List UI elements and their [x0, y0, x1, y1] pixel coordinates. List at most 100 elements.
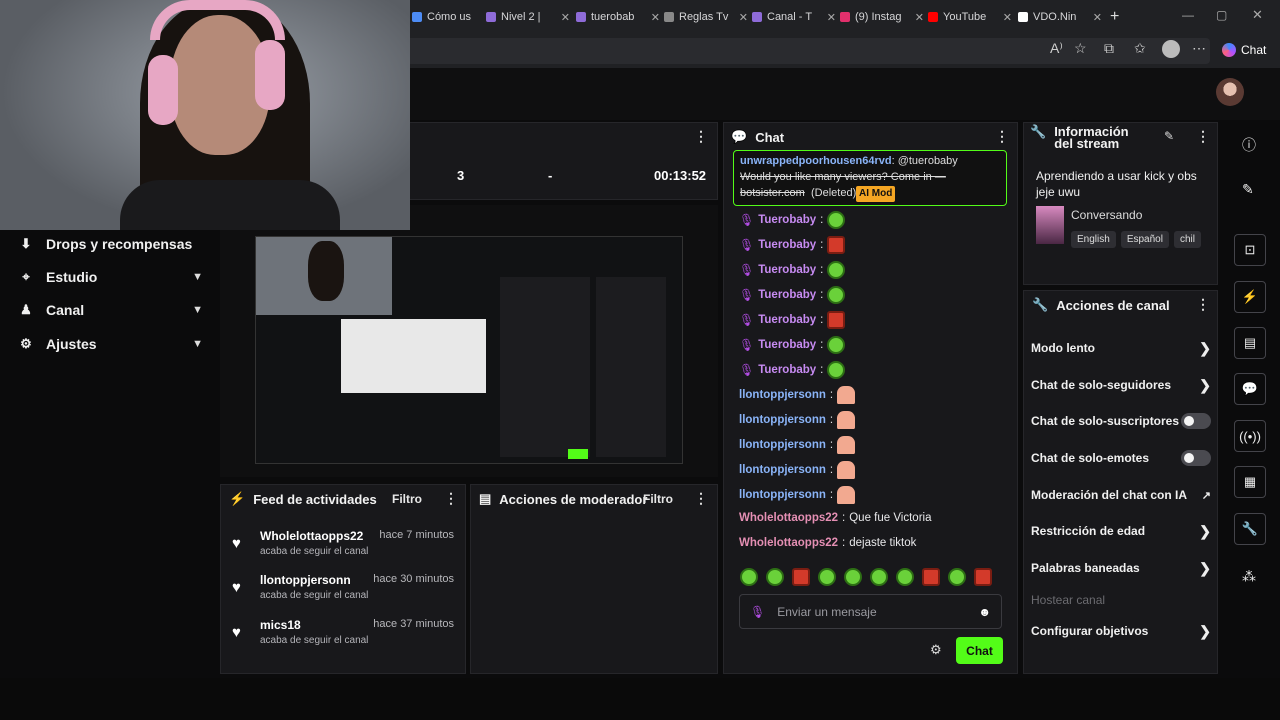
apps-icon[interactable]: ⁂: [1242, 568, 1256, 585]
address-bar[interactable]: [405, 38, 1210, 64]
browser-tab[interactable]: Canal - T ✕: [752, 6, 836, 28]
profile-icon[interactable]: [1162, 40, 1180, 58]
browser-tab[interactable]: Reglas Tv ✕: [664, 6, 748, 28]
chat-icon[interactable]: 💬: [1234, 373, 1266, 405]
channel-action-item[interactable]: Moderación del chat con IA ↗: [1031, 487, 1211, 503]
lightning-icon[interactable]: ⚡: [1234, 281, 1266, 313]
browser-tab[interactable]: Cómo us✕: [412, 6, 496, 28]
emote-picker-icon[interactable]: [818, 568, 836, 586]
tab-close-icon[interactable]: ✕: [827, 11, 836, 24]
chat-username[interactable]: Tuerobaby: [758, 264, 816, 276]
pencil-icon[interactable]: ✎: [1242, 181, 1254, 198]
read-aloud-icon[interactable]: A⁾: [1050, 40, 1063, 57]
channel-action-item[interactable]: Configurar objetivos ❯: [1031, 623, 1211, 639]
chat-username[interactable]: llontoppjersonn: [739, 489, 826, 501]
tools-icon[interactable]: 🔧: [1234, 513, 1266, 545]
new-tab-button[interactable]: +: [1110, 8, 1119, 26]
info-more-icon[interactable]: ⋮: [1196, 128, 1210, 145]
emote-picker-icon[interactable]: [740, 568, 758, 586]
chat-input[interactable]: 🎙 Enviar un mensaje ☻: [739, 594, 1002, 629]
chat-username[interactable]: llontoppjersonn: [739, 414, 826, 426]
chat-username[interactable]: Tuerobaby: [758, 364, 816, 376]
actions-more-icon[interactable]: ⋮: [1196, 296, 1210, 313]
browser-tab[interactable]: (9) Instag ✕: [840, 6, 924, 28]
emote-picker-icon[interactable]: [766, 568, 784, 586]
stat-followers-value: 3: [457, 168, 465, 183]
emote-picker-icon[interactable]: [792, 568, 810, 586]
chat-username[interactable]: llontoppjersonn: [739, 439, 826, 451]
emote-picker-icon[interactable]: [922, 568, 940, 586]
channel-action-item[interactable]: Chat de solo-emotes: [1031, 450, 1211, 466]
channel-action-item[interactable]: Chat de solo-seguidores ❯: [1031, 377, 1211, 393]
toggle-switch[interactable]: [1181, 413, 1211, 429]
feed-more-icon[interactable]: ⋮: [444, 490, 458, 507]
chevron-right-icon: ❯: [1199, 522, 1211, 539]
chat-username[interactable]: llontoppjersonn: [739, 464, 826, 476]
chat-username[interactable]: Tuerobaby: [758, 314, 816, 326]
browser-tab[interactable]: YouTube ✕: [928, 6, 1012, 28]
edit-icon[interactable]: ✎: [1164, 129, 1174, 143]
close-window-button[interactable]: ✕: [1252, 7, 1263, 23]
channel-action-item[interactable]: Chat de solo-suscriptores: [1031, 413, 1211, 429]
chat-username[interactable]: Tuerobaby: [758, 339, 816, 351]
mod-filter-button[interactable]: Filtro: [643, 492, 673, 506]
emote-picker-icon[interactable]: [844, 568, 862, 586]
notes-icon[interactable]: ▤: [1234, 327, 1266, 359]
chat-username[interactable]: llontoppjersonn: [739, 389, 826, 401]
browser-tab[interactable]: VDO.Nin ✕: [1018, 6, 1102, 28]
emote-picker-icon[interactable]: [974, 568, 992, 586]
emote-picker-icon[interactable]: [896, 568, 914, 586]
user-avatar[interactable]: [1216, 78, 1244, 106]
emote-picker-icon[interactable]: [948, 568, 966, 586]
browser-tab[interactable]: Nivel 2 | ✕: [486, 6, 570, 28]
tab-close-icon[interactable]: ✕: [739, 11, 748, 24]
channel-action-item[interactable]: Restricción de edad ❯: [1031, 523, 1211, 539]
more-icon[interactable]: ⋯: [1192, 40, 1206, 57]
feed-filter-button[interactable]: Filtro: [392, 492, 422, 506]
chat-username[interactable]: Tuerobaby: [758, 289, 816, 301]
channel-action-item[interactable]: Modo lento ❯: [1031, 340, 1211, 356]
minimize-button[interactable]: —: [1182, 8, 1194, 22]
chat-more-icon[interactable]: ⋮: [995, 128, 1009, 145]
sidebar-item[interactable]: ⌖ Estudio ▼: [18, 269, 203, 285]
extensions-icon[interactable]: ⧉: [1104, 40, 1114, 57]
maximize-button[interactable]: ▢: [1216, 8, 1227, 22]
channel-action-item[interactable]: Palabras baneadas ❯: [1031, 560, 1211, 576]
channel-action-label: Chat de solo-suscriptores: [1031, 414, 1180, 428]
mod-more-icon[interactable]: ⋮: [694, 490, 708, 507]
stream-tag[interactable]: Español: [1120, 231, 1169, 248]
stream-tag[interactable]: chil: [1173, 231, 1201, 248]
sidebar-item[interactable]: ♟ Canal ▼: [18, 302, 203, 318]
stream-tag[interactable]: English: [1071, 231, 1116, 248]
chat-username[interactable]: Wholelottaopps22: [739, 537, 838, 549]
tab-close-icon[interactable]: ✕: [561, 11, 570, 24]
feed-action: acaba de seguir el canal: [260, 635, 369, 646]
send-chat-button[interactable]: Chat: [956, 637, 1003, 664]
emote-picker-icon[interactable]: [870, 568, 888, 586]
stats-more-icon[interactable]: ⋮: [694, 128, 708, 145]
sidebar-item[interactable]: ⚙ Ajustes ▼: [18, 336, 203, 352]
layout-icon[interactable]: ▦: [1234, 466, 1266, 498]
chat-input-placeholder: Enviar un mensaje: [777, 604, 877, 619]
emoji-icon[interactable]: ☻: [978, 605, 991, 619]
bottom-strip: [0, 678, 1280, 720]
chat-username[interactable]: Wholelottaopps22: [739, 512, 838, 524]
tab-close-icon[interactable]: ✕: [915, 11, 924, 24]
toggle-switch[interactable]: [1181, 450, 1211, 466]
favorite-star-icon[interactable]: ☆: [1074, 40, 1087, 57]
broadcast-icon[interactable]: ((•)): [1234, 420, 1266, 452]
chat-username[interactable]: Tuerobaby: [758, 239, 816, 251]
sidebar-item[interactable]: ⬇ Drops y recompensas: [18, 236, 203, 252]
favorites-icon[interactable]: ✩: [1134, 40, 1146, 57]
emote-icon: [837, 386, 856, 404]
tab-close-icon[interactable]: ✕: [651, 11, 660, 24]
clip-icon[interactable]: ⊡: [1234, 234, 1266, 266]
copilot-chat-button[interactable]: Chat: [1222, 38, 1274, 62]
chat-username[interactable]: Tuerobaby: [758, 214, 816, 226]
tab-favicon-icon: [486, 12, 496, 22]
chat-settings-icon[interactable]: ⚙: [930, 642, 942, 658]
browser-tab[interactable]: tuerobab ✕: [576, 6, 660, 28]
info-icon[interactable]: ⓘ: [1242, 135, 1256, 155]
tab-close-icon[interactable]: ✕: [1003, 11, 1012, 24]
tab-close-icon[interactable]: ✕: [1093, 11, 1102, 24]
